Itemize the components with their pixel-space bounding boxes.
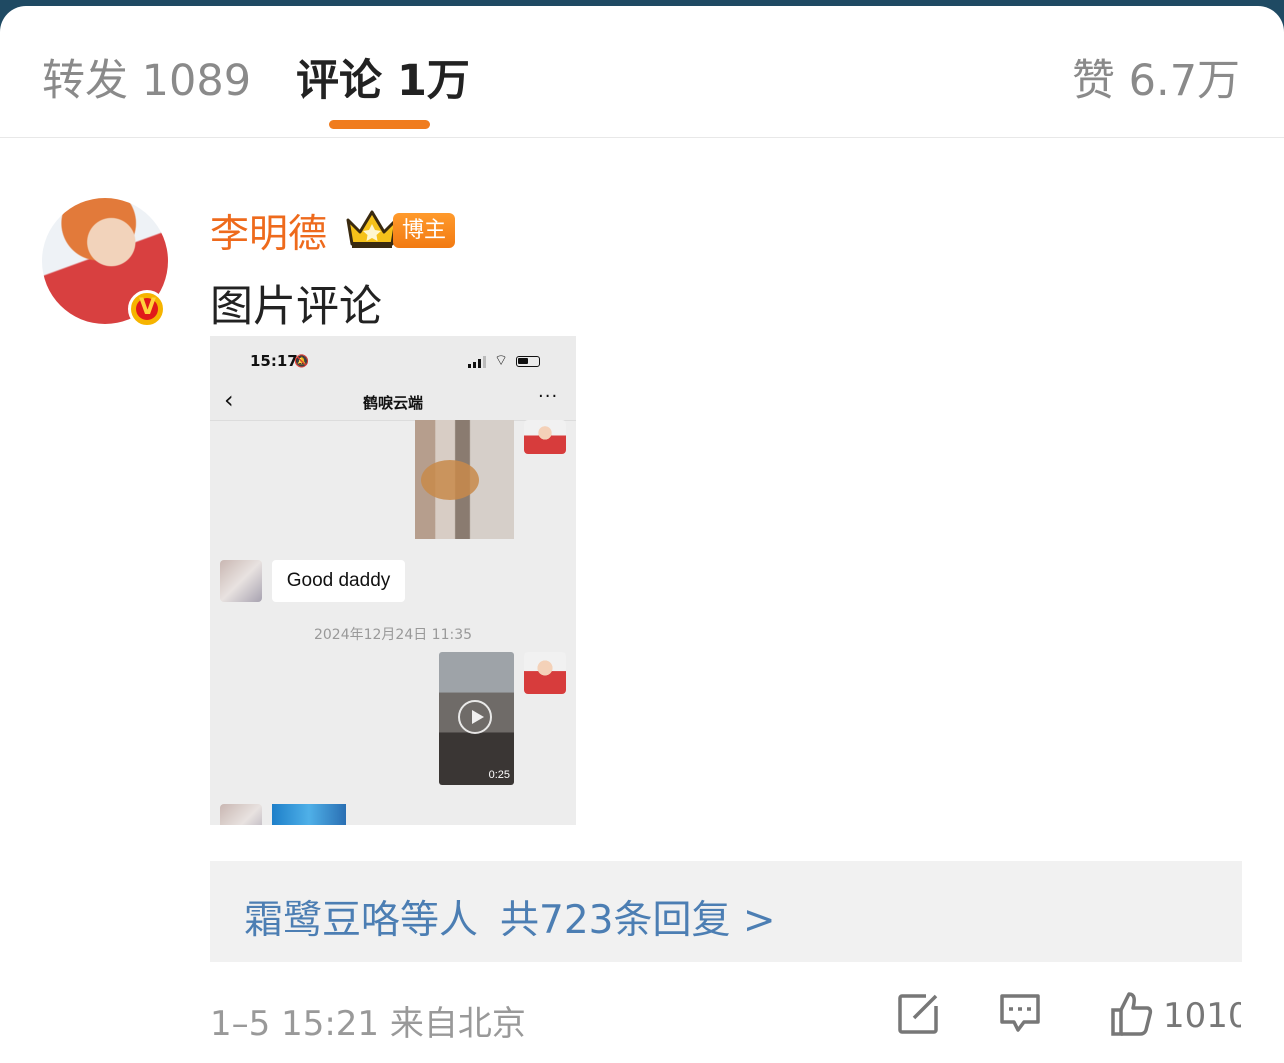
username[interactable]: 李明德: [210, 203, 327, 259]
chat-avatar-self: [524, 420, 566, 454]
verified-letter: V: [139, 295, 157, 320]
play-icon: [458, 700, 492, 734]
chat-title: 鹤唳云端: [362, 394, 423, 412]
active-tab-indicator: [329, 120, 430, 129]
tab-reposts[interactable]: 转发 1089: [42, 46, 251, 108]
signal-icon: [468, 356, 486, 368]
edit-icon[interactable]: [896, 992, 940, 1036]
chat-avatar-other: [220, 804, 262, 825]
crown-icon: [346, 210, 398, 248]
like-icon[interactable]: [1109, 990, 1153, 1036]
comment-card: 转发 1089 评论 1万 赞 6.7万 V 李明德 博主 图片评论 15:17…: [0, 6, 1284, 1063]
chat-avatar-other: [220, 560, 262, 602]
chat-header: 15:17 🔕 ⌔ ‹ 鹤唳云端 ···: [210, 336, 576, 421]
like-count: 1010: [1163, 996, 1241, 1036]
wifi-icon: ⌔: [494, 351, 509, 369]
tab-comments[interactable]: 评论 1万: [296, 46, 470, 108]
replies-text: 霜鹭豆咯等人 共723条回复 >: [244, 889, 776, 945]
replies-names: 霜鹭豆咯等人: [244, 898, 479, 943]
comment-icon[interactable]: [998, 992, 1042, 1036]
battery-icon: [516, 356, 540, 367]
status-time: 15:17: [250, 352, 298, 370]
comment-text: 图片评论: [210, 282, 382, 332]
comment-meta: 1–5 15:21 来自北京: [210, 1004, 526, 1044]
replies-summary[interactable]: 霜鹭豆咯等人 共723条回复 >: [210, 861, 1242, 962]
tab-bar: 转发 1089 评论 1万 赞 6.7万: [0, 6, 1284, 138]
chat-avatar-self: [524, 652, 566, 694]
chat-photo: [415, 420, 514, 539]
video-duration: 0:25: [488, 769, 510, 781]
mute-icon: 🔕: [294, 354, 309, 368]
more-icon: ···: [538, 386, 559, 407]
chat-date: 2024年12月24日 11:35: [313, 627, 473, 643]
replies-count[interactable]: 共723条回复 >: [500, 898, 776, 943]
tab-likes[interactable]: 赞 6.7万: [1072, 46, 1240, 108]
chat-video: 0:25: [439, 652, 514, 785]
chat-bubble: Good daddy: [272, 560, 405, 602]
chat-photo: [272, 804, 346, 825]
blogger-badge: 博主: [393, 213, 455, 248]
comment-image[interactable]: 15:17 🔕 ⌔ ‹ 鹤唳云端 ··· Good daddy 2024年12月…: [210, 336, 576, 825]
